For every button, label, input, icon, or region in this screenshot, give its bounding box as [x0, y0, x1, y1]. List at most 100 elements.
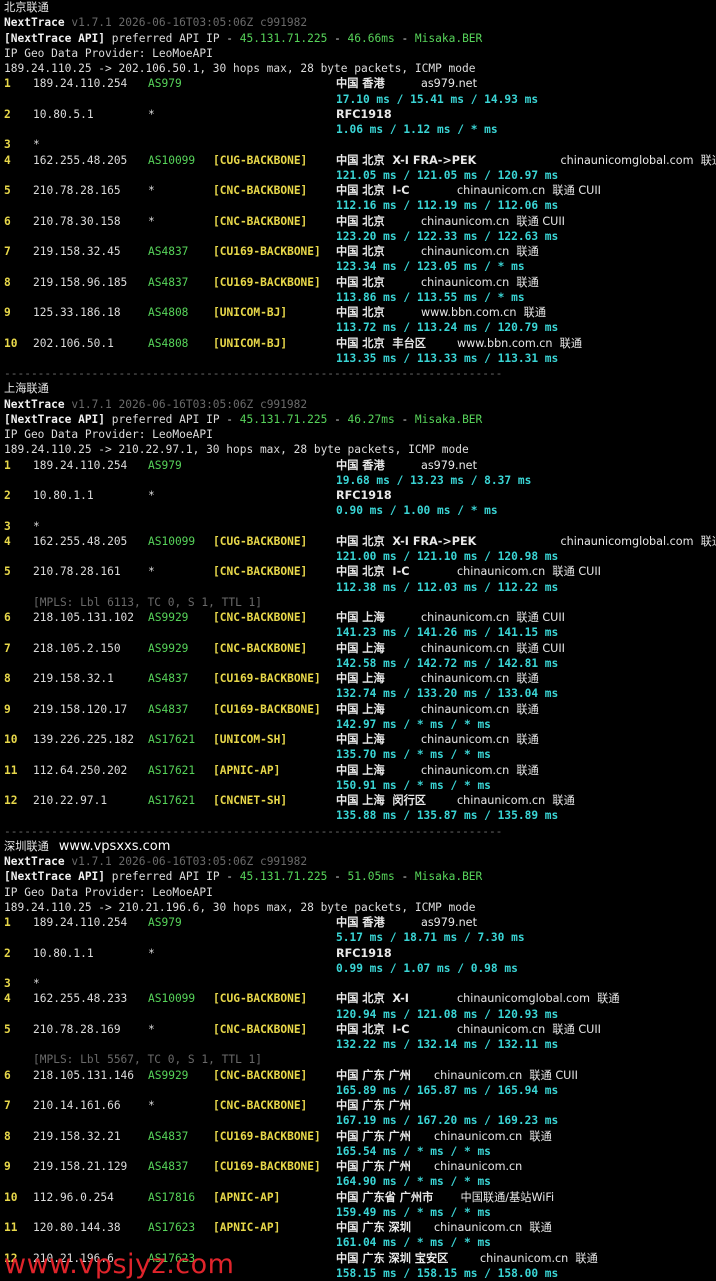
hop-location: 中国 广东省 广州市	[336, 1190, 433, 1205]
hop-ip: 162.255.48.205	[33, 534, 127, 549]
hop-rtt-row: 17.10 ms / 15.41 ms / 14.93 ms	[4, 92, 716, 107]
hop-ip: 219.158.32.45	[33, 244, 121, 259]
hop-rtt-row: 112.16 ms / 112.19 ms / 112.06 ms	[4, 198, 716, 213]
hop-location: 中国 香港	[336, 915, 385, 930]
api-node: Misaka.BER	[415, 413, 482, 426]
hop-asn: AS4837	[148, 275, 188, 290]
hop-row: 3*	[4, 519, 716, 534]
hop-row: 210.80.1.1*RFC1918	[4, 488, 716, 503]
hop-asn: AS4837	[148, 702, 188, 717]
hop-domain: chinaunicom.cn 联通	[421, 732, 539, 747]
hop-number: 10	[4, 732, 17, 747]
hop-location: 中国 北京 I-C	[336, 564, 409, 579]
tool-name: NextTrace	[4, 16, 65, 29]
hop-location: 中国 上海	[336, 702, 385, 717]
hop-ip: 210.78.30.158	[33, 214, 121, 229]
hop-row: 1189.24.110.254AS979中国 香港as979.net	[4, 458, 716, 473]
hop-ip: 219.158.96.185	[33, 275, 127, 290]
hop-location: 中国 北京 X-I FRA->PEK	[336, 153, 476, 168]
hop-rtt-row: 113.86 ms / 113.55 ms / * ms	[4, 290, 716, 305]
hop-row: 4162.255.48.205AS10099[CUG-BACKBONE]中国 北…	[4, 153, 716, 168]
sep: -	[327, 413, 347, 426]
divider-line: ----------------------------------------…	[4, 824, 716, 839]
hop-row: 5210.78.28.169*[CNC-BACKBONE]中国 北京 I-Cch…	[4, 1022, 716, 1037]
hop-ip: 210.22.97.1	[33, 793, 107, 808]
hop-row: 7218.105.2.150AS9929[CNC-BACKBONE]中国 上海c…	[4, 641, 716, 656]
hop-rtt: 0.90 ms / 1.00 ms / * ms	[336, 503, 498, 518]
hop-number: 10	[4, 336, 17, 351]
hop-location: 中国 北京	[336, 214, 385, 229]
geo-provider-line: IP Geo Data Provider: LeoMoeAPI	[4, 885, 716, 900]
hop-rtt: 17.10 ms / 15.41 ms / 14.93 ms	[336, 92, 538, 107]
hop-asn: *	[148, 488, 155, 503]
hop-rtt: 112.16 ms / 112.19 ms / 112.06 ms	[336, 198, 558, 213]
hop-location: 中国 北京 丰台区	[336, 336, 426, 351]
hop-domain: www.bbn.com.cn 联通	[421, 305, 546, 320]
hop-tag: [CU169-BACKBONE]	[213, 275, 321, 290]
terminal: 北京联通NextTrace v1.7.1 2026-06-16T03:05:06…	[4, 0, 716, 1281]
hop-tag: [CNCNET-SH]	[213, 793, 287, 808]
section-title: 深圳联通	[4, 840, 49, 853]
hop-number: 4	[4, 534, 11, 549]
api-prefix: [NextTrace API]	[4, 413, 105, 426]
hop-ip: 112.96.0.254	[33, 1190, 114, 1205]
api-ip: 45.131.71.225	[240, 870, 328, 883]
hop-number: 4	[4, 991, 11, 1006]
hop-asn: AS979	[148, 76, 182, 91]
hop-tag: [CU169-BACKBONE]	[213, 1129, 321, 1144]
hop-domain: www.bbn.com.cn 联通	[457, 336, 582, 351]
hop-asn: AS17621	[148, 732, 195, 747]
hop-rtt-row: 5.17 ms / 18.71 ms / 7.30 ms	[4, 930, 716, 945]
sep: -	[395, 32, 415, 45]
hop-asn: AS4837	[148, 671, 188, 686]
hop-asn: AS17621	[148, 793, 195, 808]
api-line: [NextTrace API] preferred API IP - 45.13…	[4, 412, 716, 427]
hop-domain: chinaunicom.cn 联通	[434, 1220, 552, 1235]
hop-tag: [CNC-BACKBONE]	[213, 641, 307, 656]
hop-location: 中国 上海	[336, 610, 385, 625]
hop-rtt: 113.86 ms / 113.55 ms / * ms	[336, 290, 525, 305]
hop-number: 1	[4, 915, 11, 930]
hop-number: 8	[4, 671, 11, 686]
hop-location: RFC1918	[336, 488, 392, 503]
geo-provider-line: IP Geo Data Provider: LeoMoeAPI	[4, 427, 716, 442]
hop-location: 中国 北京 I-C	[336, 183, 409, 198]
hop-asn: *	[148, 946, 155, 961]
hop-asn: AS4808	[148, 336, 188, 351]
hop-ip: 210.78.28.161	[33, 564, 121, 579]
hop-domain: chinaunicom.cn	[434, 1159, 522, 1174]
hop-number: 9	[4, 305, 11, 320]
section-title-line: 北京联通	[4, 0, 716, 15]
hop-domain: chinaunicom.cn 联通 CUII	[421, 610, 565, 625]
hop-rtt-row: 132.74 ms / 133.20 ms / 133.04 ms	[4, 686, 716, 701]
hop-tag: [CUG-BACKBONE]	[213, 153, 307, 168]
hop-location: 中国 广东 深圳 宝安区	[336, 1251, 448, 1266]
hop-rtt-row: 165.54 ms / * ms / * ms	[4, 1144, 716, 1159]
hop-location: 中国 上海	[336, 641, 385, 656]
hop-domain: chinaunicom.cn 联通 CUII	[457, 183, 601, 198]
hop-domain: chinaunicom.cn 联通	[457, 793, 575, 808]
hop-number: 1	[4, 458, 11, 473]
hop-ip: *	[33, 137, 40, 152]
hop-location: 中国 北京 X-I	[336, 991, 409, 1006]
version-info: v1.7.1 2026-06-16T03:05:06Z c991982	[65, 16, 307, 29]
hop-ip: 162.255.48.233	[33, 991, 127, 1006]
hop-rtt-row: 142.58 ms / 142.72 ms / 142.81 ms	[4, 656, 716, 671]
hop-location: 中国 广东 深圳	[336, 1220, 411, 1235]
hop-ip: 202.106.50.1	[33, 336, 114, 351]
hop-location: 中国 广东 广州	[336, 1129, 411, 1144]
hop-rtt-row: 135.88 ms / 135.87 ms / 135.89 ms	[4, 808, 716, 823]
hop-rtt: 123.34 ms / 123.05 ms / * ms	[336, 259, 525, 274]
hop-ip: 189.24.110.254	[33, 76, 127, 91]
hop-rtt-row: 150.91 ms / * ms / * ms	[4, 778, 716, 793]
hop-asn: AS17623	[148, 1220, 195, 1235]
hop-rtt-row: 123.20 ms / 122.33 ms / 122.63 ms	[4, 229, 716, 244]
hop-ip: *	[33, 976, 40, 991]
hop-asn: AS10099	[148, 534, 195, 549]
tool-name: NextTrace	[4, 855, 65, 868]
hop-number: 2	[4, 107, 11, 122]
hop-rtt: 1.06 ms / 1.12 ms / * ms	[336, 122, 498, 137]
hop-rtt-row: 113.35 ms / 113.33 ms / 113.31 ms	[4, 351, 716, 366]
hop-location: 中国 广东 广州	[336, 1159, 411, 1174]
hop-number: 2	[4, 946, 11, 961]
